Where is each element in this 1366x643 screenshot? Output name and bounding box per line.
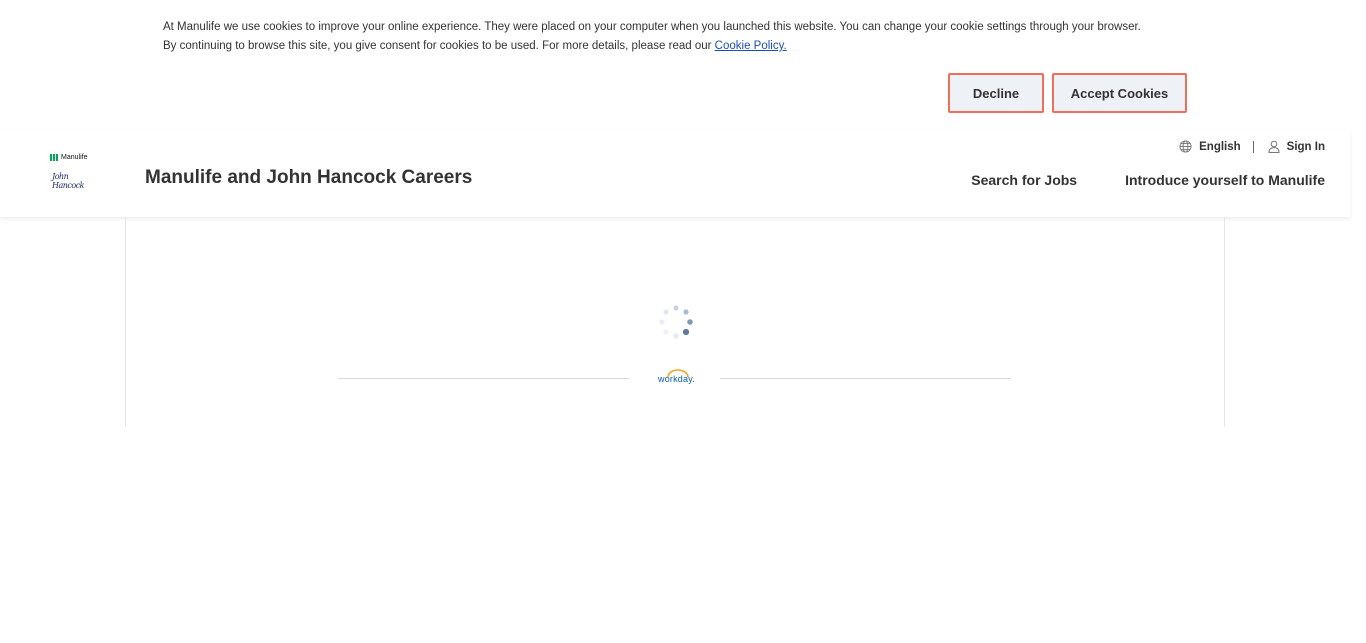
workday-logo: workday. [654, 368, 702, 386]
john-hancock-logo: John Hancock [52, 172, 85, 190]
nav-introduce-yourself[interactable]: Introduce yourself to Manulife [1125, 172, 1325, 188]
manulife-mark-icon [50, 154, 58, 161]
user-icon [1268, 140, 1280, 153]
main-nav: Search for Jobs Introduce yourself to Ma… [971, 172, 1325, 188]
sign-in-link[interactable]: Sign In [1268, 140, 1325, 153]
cookie-banner: At Manulife we use cookies to improve yo… [0, 0, 1366, 130]
divider-left [338, 378, 629, 379]
cookie-message: At Manulife we use cookies to improve yo… [163, 18, 1203, 56]
manulife-logo: Manulife [50, 154, 98, 161]
language-selector[interactable]: English [1179, 140, 1241, 153]
divider-right [720, 378, 1011, 379]
company-logo[interactable]: Manulife John Hancock [50, 154, 98, 194]
manulife-logo-text: Manulife [61, 154, 88, 161]
nav-search-for-jobs[interactable]: Search for Jobs [971, 172, 1077, 188]
workday-wordmark: workday. [658, 374, 695, 384]
utility-divider [1252, 140, 1254, 153]
decline-button[interactable]: Decline [948, 73, 1044, 113]
globe-icon [1179, 140, 1192, 153]
loading-spinner-icon [656, 302, 696, 342]
site-title: Manulife and John Hancock Careers [145, 167, 473, 188]
cookie-message-line1: At Manulife we use cookies to improve yo… [163, 21, 1141, 33]
utility-menu: English Sign In [1179, 140, 1325, 153]
site-header: Manulife John Hancock Manulife and John … [0, 130, 1350, 217]
cookie-message-line2-text: By continuing to browse this site, you g… [163, 40, 715, 52]
cookie-policy-link[interactable]: Cookie Policy. [715, 40, 787, 52]
cookie-message-line2: By continuing to browse this site, you g… [163, 37, 1203, 56]
main-content: workday. [125, 217, 1225, 427]
sign-in-label: Sign In [1286, 140, 1325, 153]
accept-cookies-button[interactable]: Accept Cookies [1052, 73, 1187, 113]
language-label: English [1199, 140, 1241, 153]
